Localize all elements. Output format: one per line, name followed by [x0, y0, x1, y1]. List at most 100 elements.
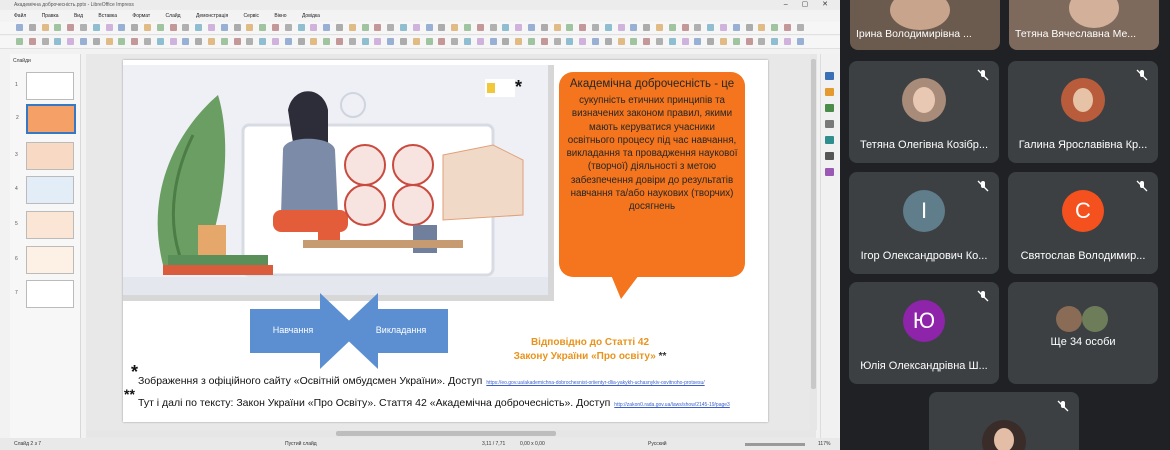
toolbar-button-icon[interactable] [233, 24, 241, 31]
toolbar-button-icon[interactable] [374, 24, 382, 31]
toolbar-button-icon[interactable] [208, 24, 215, 31]
menu-view[interactable]: Вид [74, 10, 83, 22]
participant-tile-4[interactable]: Галина Ярославівна Кр... [1008, 61, 1158, 163]
toolbar-button-icon[interactable] [336, 24, 343, 31]
toolbar-button-icon[interactable] [220, 24, 228, 31]
toolbar-button-icon[interactable] [707, 38, 715, 45]
toolbar-button-icon[interactable] [489, 24, 497, 31]
toolbar-button-icon[interactable] [387, 24, 395, 31]
toolbar-button-icon[interactable] [233, 38, 241, 45]
toolbar-button-icon[interactable] [92, 24, 100, 31]
toolbar-button-icon[interactable] [720, 38, 727, 45]
toolbar-button-icon[interactable] [489, 38, 497, 45]
navigator-icon[interactable] [825, 152, 834, 160]
toolbar-button-icon[interactable] [297, 24, 305, 31]
toolbar-button-icon[interactable] [425, 24, 433, 31]
menu-slideshow[interactable]: Демонстрація [196, 10, 228, 22]
toolbar-button-icon[interactable] [732, 24, 740, 31]
menu-file[interactable]: Файл [14, 10, 26, 22]
toolbar-button-icon[interactable] [796, 38, 804, 45]
toolbar-button-icon[interactable] [348, 24, 356, 31]
toolbar-button-icon[interactable] [476, 38, 484, 45]
styles-icon[interactable] [825, 168, 834, 176]
vertical-scrollbar[interactable] [810, 54, 817, 430]
toolbar-button-icon[interactable] [16, 38, 23, 45]
toolbar-button-icon[interactable] [566, 38, 574, 45]
toolbar-button-icon[interactable] [643, 24, 651, 31]
slide-thumbnail-6[interactable]: 6 [15, 246, 74, 274]
participant-tile-5[interactable]: І Ігор Олександрович Ко... [849, 172, 999, 274]
toolbar-button-icon[interactable] [156, 24, 164, 31]
gallery-icon[interactable] [825, 136, 834, 144]
toolbar-button-icon[interactable] [540, 24, 548, 31]
toolbar-button-icon[interactable] [579, 38, 587, 45]
toolbar-button-icon[interactable] [464, 24, 471, 31]
toolbar-button-icon[interactable] [310, 24, 318, 31]
toolbar-button-icon[interactable] [566, 24, 574, 31]
toolbar-button-icon[interactable] [796, 24, 804, 31]
toolbar-button-icon[interactable] [80, 38, 87, 45]
toolbar-button-icon[interactable] [784, 24, 791, 31]
toolbar-button-icon[interactable] [131, 24, 139, 31]
toolbar-button-icon[interactable] [41, 24, 49, 31]
toolbar-button-icon[interactable] [195, 38, 203, 45]
toolbar-button-icon[interactable] [592, 38, 599, 45]
animation-icon[interactable] [825, 104, 834, 112]
slide-thumbnail-4[interactable]: 4 [15, 176, 74, 204]
toolbar-button-icon[interactable] [643, 38, 651, 45]
toolbar-button-icon[interactable] [54, 24, 62, 31]
toolbar-button-icon[interactable] [156, 38, 164, 45]
toolbar-button-icon[interactable] [604, 38, 612, 45]
toolbar-button-icon[interactable] [16, 24, 23, 31]
toolbar-button-icon[interactable] [361, 38, 369, 45]
toolbar-button-icon[interactable] [284, 24, 292, 31]
master-slides-icon[interactable] [825, 120, 834, 128]
slide-transition-icon[interactable] [825, 88, 834, 96]
toolbar-button-icon[interactable] [105, 38, 113, 45]
footnote1-link[interactable]: https://eo.gov.ua/akademichna-dobrochesn… [486, 380, 704, 386]
toolbar-button-icon[interactable] [528, 24, 535, 31]
toolbar-button-icon[interactable] [220, 38, 228, 45]
toolbar-button-icon[interactable] [387, 38, 395, 45]
toolbar-button-icon[interactable] [374, 38, 382, 45]
toolbar-button-icon[interactable] [630, 24, 638, 31]
toolbar-button-icon[interactable] [208, 38, 215, 45]
toolbar-button-icon[interactable] [681, 24, 689, 31]
toolbar-button-icon[interactable] [28, 38, 36, 45]
slide-thumbnail-1[interactable]: 1 [15, 72, 74, 100]
toolbar-button-icon[interactable] [668, 38, 676, 45]
toolbar-button-icon[interactable] [80, 24, 87, 31]
participant-tile-self[interactable] [929, 392, 1079, 450]
toolbar-button-icon[interactable] [182, 38, 190, 45]
toolbar-button-icon[interactable] [131, 38, 139, 45]
toolbar-button-icon[interactable] [438, 24, 446, 31]
toolbar-button-icon[interactable] [771, 38, 779, 45]
toolbar-button-icon[interactable] [144, 38, 151, 45]
toolbar-button-icon[interactable] [438, 38, 446, 45]
toolbar-button-icon[interactable] [105, 24, 113, 31]
horizontal-scrollbar[interactable] [86, 430, 816, 437]
toolbar-button-icon[interactable] [92, 38, 100, 45]
menu-format[interactable]: Формат [132, 10, 150, 22]
menu-insert[interactable]: Вставка [98, 10, 117, 22]
window-controls[interactable]: – ▢ ✕ [784, 0, 834, 10]
toolbar-button-icon[interactable] [604, 24, 612, 31]
toolbar-button-icon[interactable] [464, 38, 471, 45]
toolbar-button-icon[interactable] [297, 38, 305, 45]
toolbar-button-icon[interactable] [758, 38, 766, 45]
menu-edit[interactable]: Правка [42, 10, 59, 22]
toolbar-button-icon[interactable] [745, 24, 753, 31]
toolbar-button-icon[interactable] [400, 38, 407, 45]
toolbar-button-icon[interactable] [732, 38, 740, 45]
toolbar-button-icon[interactable] [336, 38, 343, 45]
menu-slide[interactable]: Слайд [166, 10, 181, 22]
slide-thumbnail-7[interactable]: 7 [15, 280, 74, 308]
participant-tile-3[interactable]: Тетяна Олегівна Козібр... [849, 61, 999, 163]
toolbar-button-icon[interactable] [528, 38, 535, 45]
toolbar-button-icon[interactable] [758, 24, 766, 31]
toolbar-button-icon[interactable] [515, 24, 523, 31]
toolbar-button-icon[interactable] [515, 38, 523, 45]
menu-tools[interactable]: Сервіс [244, 10, 259, 22]
slide-thumbnail-2[interactable]: 2 [16, 104, 76, 134]
toolbar-button-icon[interactable] [400, 24, 407, 31]
